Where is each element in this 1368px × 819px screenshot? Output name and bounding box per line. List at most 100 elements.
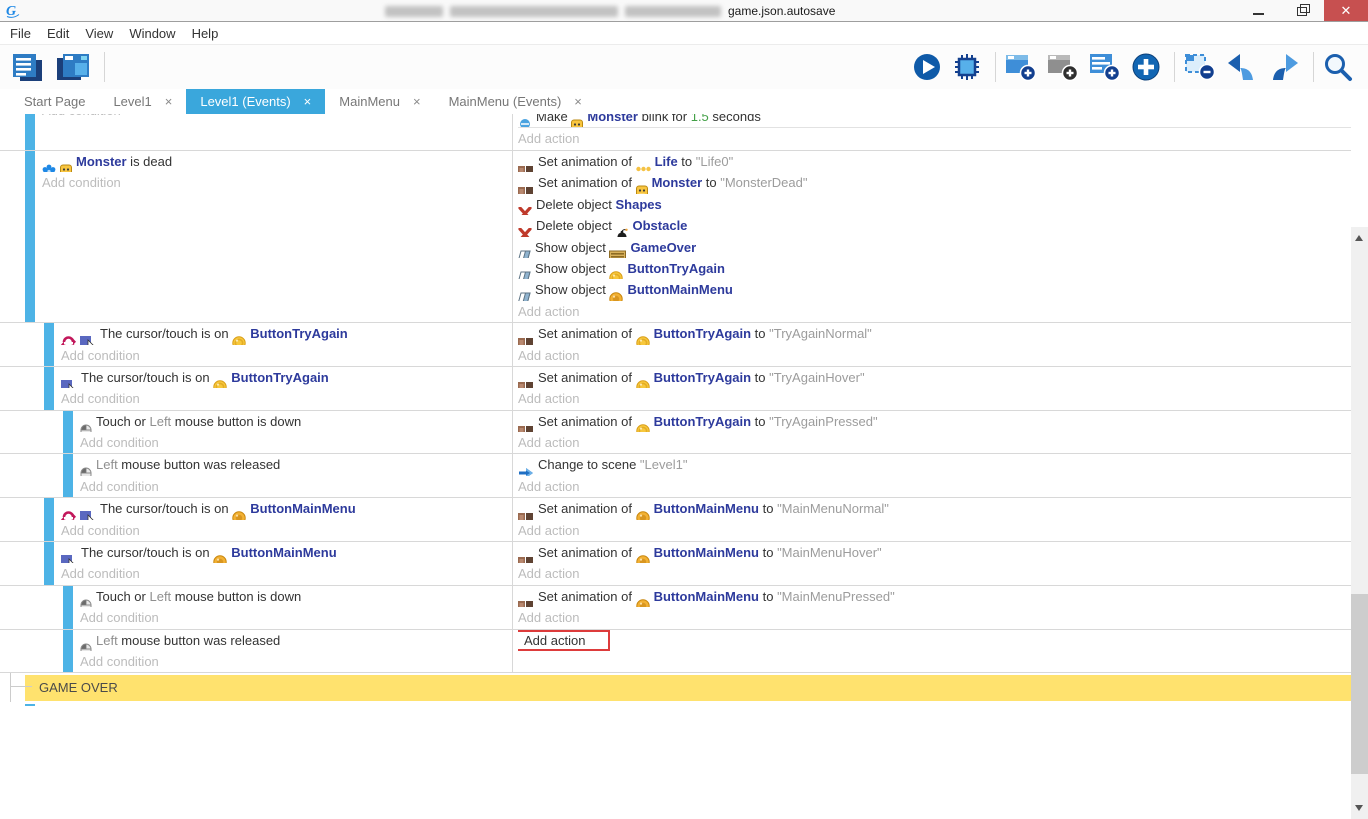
event-selection-bar[interactable] (63, 454, 73, 497)
play-icon (912, 52, 942, 82)
action-line[interactable]: Delete object Shapes (518, 194, 1351, 215)
event-selection-bar[interactable] (44, 498, 54, 541)
event-row: The cursor/touch is on ButtonTryAgainAdd… (0, 367, 1351, 411)
add-condition-placeholder[interactable]: Add condition (0, 345, 512, 366)
event-selection-bar[interactable] (44, 367, 54, 410)
add-action-placeholder[interactable]: Add action (518, 388, 1351, 409)
text-segment: Set animation of (538, 326, 636, 341)
action-line[interactable]: Make Monster blink for 1.5 seconds (518, 114, 1351, 128)
project-manager-button[interactable] (8, 50, 52, 85)
add-scene-button[interactable] (1002, 50, 1044, 84)
action-line[interactable]: Set animation of ButtonTryAgain to "TryA… (518, 367, 1351, 388)
actions-column: Set animation of ButtonMainMenu to "Main… (512, 586, 1351, 629)
action-line[interactable]: Set animation of Life to "Life0" (518, 151, 1351, 172)
tab-close-icon[interactable]: × (165, 94, 173, 109)
action-line[interactable]: Delete object Obstacle (518, 215, 1351, 236)
window-controls: ✕ (1236, 0, 1368, 21)
add-action-placeholder[interactable]: Add action (518, 476, 1351, 497)
condition-line[interactable]: The cursor/touch is on ButtonMainMenu (0, 498, 512, 519)
menu-item-view[interactable]: View (77, 26, 121, 41)
event-selection-bar[interactable] (63, 411, 73, 454)
text-segment: to (678, 154, 696, 169)
add-condition-placeholder[interactable]: Add condition (0, 651, 512, 672)
add-action-placeholder[interactable]: Add action (518, 563, 1351, 584)
action-line[interactable]: Set animation of ButtonMainMenu to "Main… (518, 498, 1351, 519)
tab-start-page[interactable]: Start Page (10, 89, 99, 114)
action-line[interactable]: Set animation of ButtonTryAgain to "TryA… (518, 411, 1351, 432)
add-condition-placeholder[interactable]: Add condition (0, 520, 512, 541)
menu-item-file[interactable]: File (2, 26, 39, 41)
add-action-placeholder[interactable]: Add action (518, 520, 1351, 541)
tab-mainmenu-events[interactable]: MainMenu (Events)× (435, 89, 596, 114)
add-object-button[interactable] (1128, 50, 1168, 84)
minimize-button[interactable] (1236, 0, 1280, 21)
event-selection-bar[interactable] (25, 114, 35, 150)
add-condition-placeholder[interactable]: Add condition (0, 114, 512, 121)
add-action-placeholder[interactable]: Add action (518, 301, 1351, 322)
menu-item-edit[interactable]: Edit (39, 26, 77, 41)
add-action-placeholder[interactable]: Add action (518, 607, 1351, 628)
condition-line[interactable]: Left mouse button was released (0, 630, 512, 651)
add-condition-placeholder[interactable]: Add condition (0, 388, 512, 409)
add-condition-placeholder[interactable]: Add condition (0, 563, 512, 584)
tab-level1-events[interactable]: Level1 (Events)× (186, 89, 325, 114)
add-condition-placeholder[interactable]: Add condition (0, 476, 512, 497)
condition-line[interactable]: Monster is dead (0, 151, 512, 172)
actions-column: Add action (512, 630, 1351, 673)
menu-item-help[interactable]: Help (184, 26, 227, 41)
start-page-button[interactable] (52, 50, 98, 85)
add-action-placeholder[interactable]: Add action (518, 345, 1351, 366)
actions-column: Set animation of ButtonTryAgain to "TryA… (512, 323, 1351, 366)
add-action-placeholder[interactable]: Add action (518, 432, 1351, 453)
redo-button[interactable] (1265, 50, 1307, 84)
object-name: ButtonMainMenu (654, 589, 759, 604)
text-segment: Delete object (536, 197, 616, 212)
add-action-highlighted[interactable]: Add action (518, 630, 610, 651)
tab-close-icon[interactable]: × (574, 94, 582, 109)
add-condition-placeholder[interactable]: Add condition (0, 432, 512, 453)
tab-mainmenu[interactable]: MainMenu× (325, 89, 434, 114)
close-button[interactable]: ✕ (1324, 0, 1368, 21)
vertical-scrollbar[interactable] (1351, 227, 1368, 819)
comment-row[interactable]: GAME OVER (25, 675, 1351, 701)
add-condition-placeholder[interactable]: Add condition (0, 172, 512, 193)
action-line[interactable]: Set animation of ButtonMainMenu to "Main… (518, 586, 1351, 607)
condition-line[interactable]: The cursor/touch is on ButtonMainMenu (0, 542, 512, 563)
condition-line[interactable]: Touch or Left mouse button is down (0, 586, 512, 607)
condition-line[interactable]: The cursor/touch is on ButtonTryAgain (0, 323, 512, 344)
add-condition-placeholder[interactable]: Add condition (0, 607, 512, 628)
scrollbar-thumb[interactable] (1351, 594, 1368, 774)
condition-line[interactable]: Left mouse button was released (0, 454, 512, 475)
action-line[interactable]: Show object ButtonMainMenu (518, 279, 1351, 300)
event-selection-bar[interactable] (44, 542, 54, 585)
search-button[interactable] (1320, 50, 1360, 84)
add-external-events-button[interactable] (1086, 50, 1128, 84)
condition-line[interactable]: Touch or Left mouse button is down (0, 411, 512, 432)
undo-button[interactable] (1223, 50, 1265, 84)
tab-close-icon[interactable]: × (413, 94, 421, 109)
action-line[interactable]: Set animation of ButtonMainMenu to "Main… (518, 542, 1351, 563)
scroll-down-arrow-icon[interactable] (1355, 805, 1363, 811)
action-line[interactable]: Change to scene "Level1" (518, 454, 1351, 475)
add-external-layout-button[interactable] (1044, 50, 1086, 84)
scroll-up-arrow-icon[interactable] (1355, 235, 1363, 241)
debug-button[interactable] (949, 50, 989, 84)
action-line[interactable]: Set animation of ButtonTryAgain to "TryA… (518, 323, 1351, 344)
remove-button[interactable] (1181, 50, 1223, 84)
menu-item-window[interactable]: Window (121, 26, 183, 41)
event-selection-bar[interactable] (25, 151, 35, 322)
play-button[interactable] (909, 50, 949, 84)
text-segment: Make (536, 114, 571, 124)
tab-level1[interactable]: Level1× (99, 89, 186, 114)
add-action-placeholder[interactable]: Add action (518, 128, 1351, 149)
action-line[interactable]: Show object ButtonTryAgain (518, 258, 1351, 279)
event-selection-bar[interactable] (63, 630, 73, 673)
event-selection-bar[interactable] (44, 323, 54, 366)
tab-close-icon[interactable]: × (304, 94, 312, 109)
tab-bar: Start PageLevel1×Level1 (Events)×MainMen… (0, 89, 1368, 114)
event-selection-bar[interactable] (63, 586, 73, 629)
action-line[interactable]: Set animation of Monster to "MonsterDead… (518, 172, 1351, 193)
restore-button[interactable] (1280, 0, 1324, 21)
condition-line[interactable]: The cursor/touch is on ButtonTryAgain (0, 367, 512, 388)
action-line[interactable]: Show object GameOver (518, 237, 1351, 258)
